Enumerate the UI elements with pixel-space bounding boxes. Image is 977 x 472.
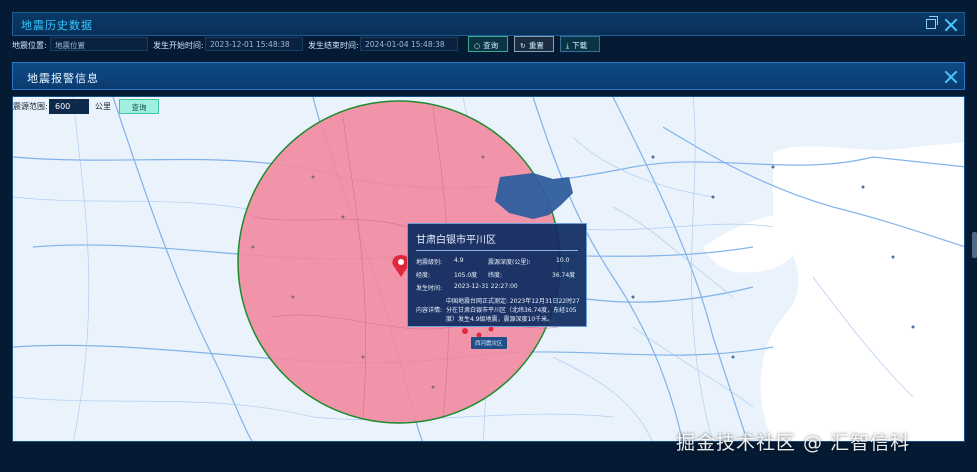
map-place-tag: 西河震灾区 [471, 337, 507, 349]
close-alert-icon[interactable] [944, 70, 958, 84]
latitude-label: 纬度: [488, 272, 503, 279]
detail-label: 内容详情: [416, 307, 443, 314]
depth-value: 10.0 [556, 257, 570, 264]
end-time-label: 发生结束时间: [308, 41, 359, 50]
end-time-value: 2024-01-04 15:48:38 [365, 40, 445, 49]
restore-window-icon[interactable] [926, 16, 938, 29]
refresh-icon: ↻ [520, 42, 526, 50]
longitude-value: 105.0度 [454, 272, 478, 279]
history-filter-bar: 地震位置: 地震位置 发生开始时间: 2023-12-01 15:48:38 发… [12, 36, 965, 53]
range-query-button[interactable]: 查询 [119, 99, 159, 114]
latitude-value: 36.74度 [552, 272, 576, 279]
history-panel-header: 地震历史数据 [12, 12, 965, 36]
range-unit: 公里 [95, 102, 111, 111]
alert-dialog-header: 地震报警信息 [12, 62, 965, 90]
reset-button[interactable]: ↻ 重置 [514, 36, 554, 52]
start-time-input[interactable]: 2023-12-01 15:48:38 [205, 37, 303, 51]
magnitude-label: 地震级别: [416, 259, 443, 266]
download-icon: ⤓ [566, 42, 570, 50]
earthquake-info-popup: 甘肃白银市平川区 地震级别: 4.9 震源深度(公里): 10.0 经度: 10… [407, 223, 587, 327]
popup-title: 甘肃白银市平川区 [416, 224, 578, 251]
resize-handle[interactable] [972, 232, 977, 258]
history-panel-title: 地震历史数据 [21, 19, 93, 32]
download-button[interactable]: ⤓ 下载 [560, 36, 600, 52]
download-button-label: 下载 [572, 41, 588, 50]
start-time-label: 发生开始时间: [153, 41, 204, 50]
close-history-icon[interactable] [944, 18, 958, 32]
source-line: 中国地震台网正式测定: 2023年12月31日22时27 [446, 298, 580, 305]
reset-button-label: 重置 [528, 41, 544, 50]
alert-dialog-title: 地震报警信息 [27, 72, 99, 85]
range-label: 震源范围: [13, 102, 48, 111]
longitude-label: 经度: [416, 272, 431, 279]
coordinate-row: 经度: 105.0度 纬度: 36.74度 [416, 270, 578, 283]
alert-dialog-body: 震源范围: 600 公里 查询 甘肃白银市平川区 地震级别: 4.9 震源深度(… [12, 96, 965, 442]
detail-row: 内容详情: 分在甘肃白银市平川区（北纬36.74度，东经105度）发生4.9级地… [416, 306, 578, 324]
query-button-label: 查询 [483, 41, 499, 50]
search-icon: ○ [474, 42, 481, 50]
watermark: 掘金技术社区 @ 汇智信科 [676, 432, 911, 454]
magnitude-row: 地震级别: 4.9 震源深度(公里): 10.0 [416, 257, 578, 270]
start-time-value: 2023-12-01 15:48:38 [210, 40, 290, 49]
time-label: 发生时间: [416, 285, 443, 292]
magnitude-value: 4.9 [454, 257, 464, 264]
query-button[interactable]: ○ 查询 [468, 36, 508, 52]
location-placeholder: 地震位置 [55, 41, 85, 50]
location-label: 地震位置: [12, 41, 47, 50]
depth-label: 震源深度(公里): [488, 259, 531, 266]
time-row: 发生时间: 2023-12-31 22:27:00 [416, 283, 578, 296]
detail-text: 分在甘肃白银市平川区（北纬36.74度，东经105度）发生4.9级地震，震源深度… [446, 307, 577, 323]
location-input[interactable]: 地震位置 [50, 37, 148, 51]
range-input[interactable]: 600 [49, 99, 89, 114]
source-row: 中国地震台网正式测定: 2023年12月31日22时27 [416, 296, 580, 306]
time-value: 2023-12-31 22:27:00 [454, 283, 518, 290]
end-time-input[interactable]: 2024-01-04 15:48:38 [360, 37, 458, 51]
